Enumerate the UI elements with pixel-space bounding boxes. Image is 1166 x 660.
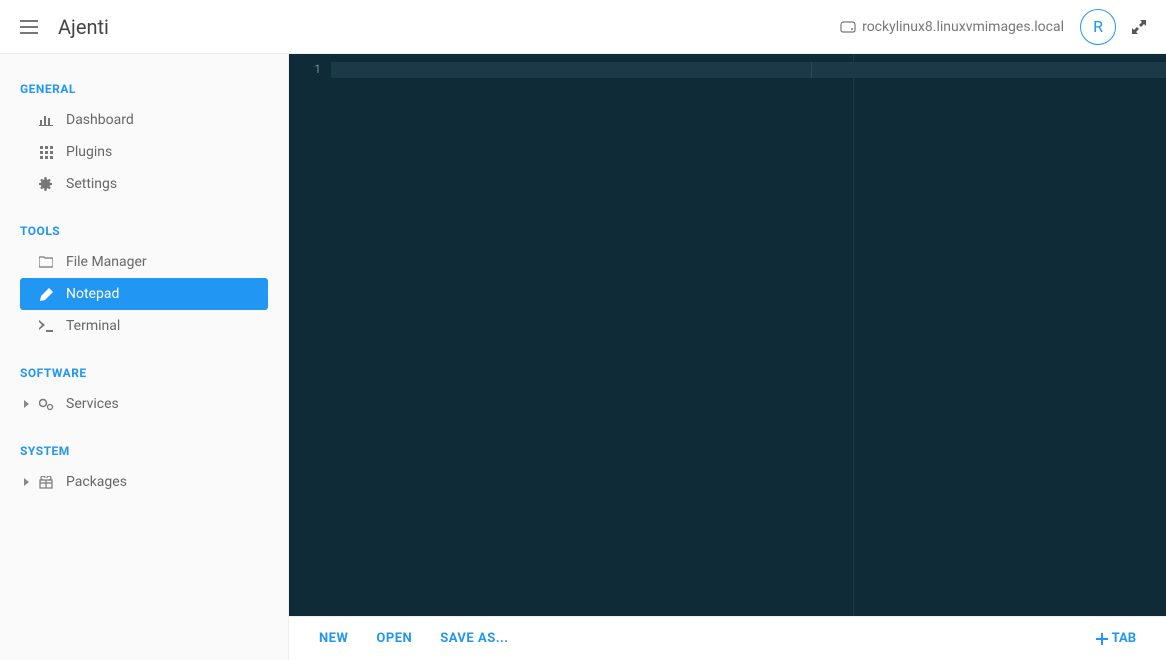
section-software: SOFTWARE xyxy=(20,366,268,380)
sidebar-item-label: Settings xyxy=(66,176,117,192)
main-layout: GENERAL Dashboard Plugins Settings TOOLS… xyxy=(0,54,1166,660)
tab-label: TAB xyxy=(1112,631,1136,646)
code-editor[interactable]: 1 xyxy=(289,54,1166,616)
sidebar-item-packages[interactable]: Packages xyxy=(20,466,268,498)
sidebar-item-label: Packages xyxy=(66,474,127,490)
sidebar-item-services[interactable]: Services xyxy=(20,388,268,420)
hostname-text: rockylinux8.linuxvmimages.local xyxy=(862,19,1064,35)
save-as-button[interactable]: SAVE AS... xyxy=(440,631,508,646)
bar-chart-icon xyxy=(38,114,54,126)
tab-button[interactable]: TAB xyxy=(1096,631,1136,646)
hamburger-menu-icon[interactable] xyxy=(20,20,38,34)
header-left: Ajenti xyxy=(20,15,109,39)
sidebar-item-dashboard[interactable]: Dashboard xyxy=(20,104,268,136)
grid-icon xyxy=(38,146,54,159)
fullscreen-icon[interactable] xyxy=(1132,20,1146,34)
print-margin xyxy=(853,54,854,616)
folder-icon xyxy=(38,256,54,268)
header-right: rockylinux8.linuxvmimages.local R xyxy=(840,9,1146,45)
editor-toolbar: NEW OPEN SAVE AS... TAB xyxy=(289,616,1166,660)
toolbar-left: NEW OPEN SAVE AS... xyxy=(319,631,509,646)
cogs-icon xyxy=(38,398,54,411)
hostname-display: rockylinux8.linuxvmimages.local xyxy=(840,19,1064,35)
sidebar-item-file-manager[interactable]: File Manager xyxy=(20,246,268,278)
sidebar-item-label: Services xyxy=(66,396,119,412)
section-general: GENERAL xyxy=(20,82,268,96)
sidebar-item-settings[interactable]: Settings xyxy=(20,168,268,200)
sidebar: GENERAL Dashboard Plugins Settings TOOLS… xyxy=(0,54,289,660)
sidebar-item-notepad[interactable]: Notepad xyxy=(20,278,268,310)
content-area: 1 NEW OPEN SAVE AS... TAB xyxy=(289,54,1166,660)
sidebar-item-label: Terminal xyxy=(66,318,120,334)
sidebar-item-label: Notepad xyxy=(66,286,119,302)
gear-icon xyxy=(38,177,54,191)
avatar-initial: R xyxy=(1093,17,1103,36)
sidebar-item-label: Plugins xyxy=(66,144,112,160)
open-button[interactable]: OPEN xyxy=(376,631,412,646)
sidebar-item-label: File Manager xyxy=(66,254,147,270)
disk-icon xyxy=(840,21,856,33)
pencil-icon xyxy=(38,288,54,301)
editor-text-area[interactable] xyxy=(331,54,1166,616)
app-title: Ajenti xyxy=(58,15,109,39)
sidebar-item-label: Dashboard xyxy=(66,112,134,128)
gift-icon xyxy=(38,476,54,489)
section-tools: TOOLS xyxy=(20,224,268,238)
section-system: SYSTEM xyxy=(20,444,268,458)
sidebar-item-plugins[interactable]: Plugins xyxy=(20,136,268,168)
app-header: Ajenti rockylinux8.linuxvmimages.local R xyxy=(0,0,1166,54)
plus-icon xyxy=(1096,633,1108,645)
line-number: 1 xyxy=(314,62,321,76)
sidebar-item-terminal[interactable]: Terminal xyxy=(20,310,268,342)
editor-gutter: 1 xyxy=(289,54,331,616)
terminal-icon xyxy=(38,320,54,332)
new-button[interactable]: NEW xyxy=(319,631,348,646)
user-avatar[interactable]: R xyxy=(1080,9,1116,45)
active-line xyxy=(331,62,1166,78)
